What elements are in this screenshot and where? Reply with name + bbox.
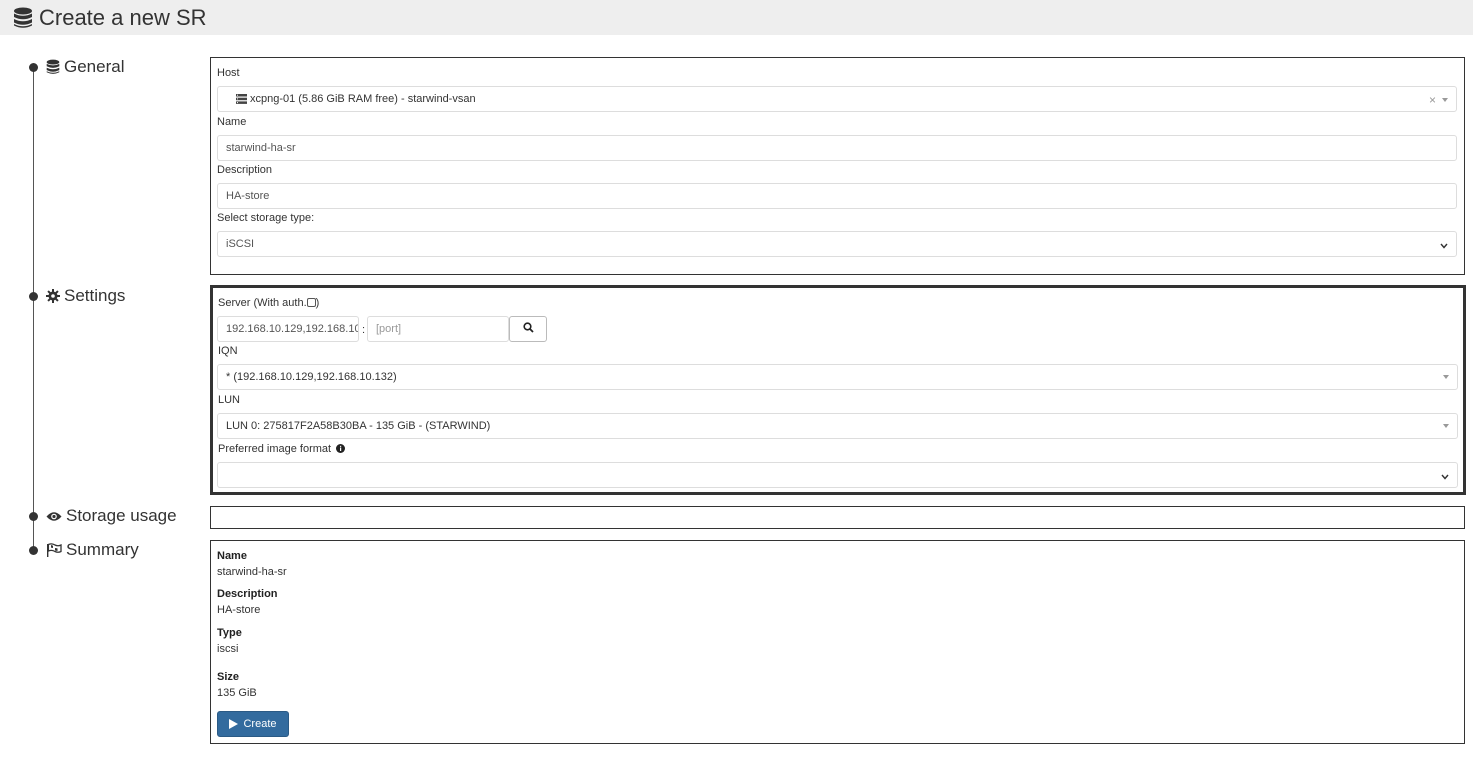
- lun-label: LUN: [218, 394, 241, 406]
- summary-size-label: Size: [217, 671, 240, 683]
- page-title: Create a new SR: [39, 4, 207, 30]
- checkbox-icon[interactable]: [306, 298, 316, 307]
- create-button[interactable]: Create: [217, 711, 289, 737]
- create-button-label: Create: [243, 718, 277, 730]
- name-label: Name: [217, 116, 247, 128]
- colon-separator: :: [362, 324, 366, 336]
- description-input[interactable]: HA-store: [217, 183, 1457, 209]
- host-select[interactable]: xcpng-01 (5.86 GiB RAM free) - starwind-…: [217, 86, 1457, 112]
- page-header: Create a new SR: [0, 0, 1473, 35]
- iqn-label: IQN: [218, 345, 238, 357]
- step-summary: Summary: [29, 540, 139, 560]
- play-icon: [229, 719, 239, 729]
- chevron-down-icon: [1441, 471, 1449, 483]
- settings-panel: Server (With auth.) 192.168.10.129,192.1…: [210, 285, 1466, 495]
- clear-icon[interactable]: ×: [1429, 93, 1436, 107]
- iqn-value: * (192.168.10.129,192.168.10.132): [226, 371, 397, 383]
- port-input[interactable]: [port]: [367, 316, 509, 342]
- storage-type-label: Select storage type:: [217, 212, 315, 224]
- summary-type-label: Type: [217, 627, 242, 639]
- summary-panel: Name starwind-ha-sr Description HA-store…: [210, 540, 1465, 744]
- server-label: Server (With auth.): [218, 297, 319, 309]
- format-label-text: Preferred image format: [218, 443, 332, 455]
- name-input-value: starwind-ha-sr: [226, 142, 296, 154]
- server-label-close: ): [315, 297, 320, 309]
- description-label: Description: [217, 164, 273, 176]
- caret-down-icon: [1443, 424, 1449, 428]
- description-input-value: HA-store: [226, 190, 270, 202]
- format-label: Preferred image format: [218, 443, 346, 455]
- flag-icon: [46, 543, 62, 557]
- server-icon: [236, 94, 247, 104]
- step-dot: [29, 291, 38, 301]
- summary-type-value: iscsi: [217, 643, 239, 655]
- step-general: General: [29, 57, 124, 77]
- summary-name-value: starwind-ha-sr: [217, 566, 287, 578]
- step-dot: [29, 545, 38, 555]
- info-icon[interactable]: [336, 444, 346, 453]
- format-select[interactable]: [217, 462, 1458, 488]
- host-label: Host: [217, 67, 240, 79]
- general-panel: Host xcpng-01 (5.86 GiB RAM free) - star…: [210, 57, 1465, 275]
- port-placeholder: [port]: [376, 323, 402, 335]
- server-input[interactable]: 192.168.10.129,192.168.10: [217, 316, 359, 342]
- caret-down-icon[interactable]: [1442, 98, 1448, 102]
- storage-type-select[interactable]: iSCSI: [217, 231, 1457, 257]
- eye-icon: [46, 511, 62, 522]
- step-settings-label: Settings: [64, 286, 126, 305]
- server-label-text: Server (With auth.: [218, 297, 307, 309]
- step-storage-usage: Storage usage: [29, 506, 177, 526]
- step-storage-usage-label: Storage usage: [66, 506, 177, 525]
- summary-size-value: 135 GiB: [217, 687, 257, 699]
- step-summary-label: Summary: [66, 540, 139, 559]
- database-icon: [46, 59, 60, 75]
- timeline-line: [33, 66, 34, 552]
- storage-type-value: iSCSI: [226, 238, 255, 250]
- gear-icon: [46, 289, 60, 303]
- step-dot: [29, 511, 38, 521]
- search-icon: [522, 322, 534, 336]
- step-settings: Settings: [29, 286, 125, 306]
- search-button[interactable]: [509, 316, 547, 342]
- lun-value: LUN 0: 275817F2A58B30BA - 135 GiB - (STA…: [226, 420, 491, 432]
- storage-usage-panel: [210, 506, 1465, 529]
- host-value: xcpng-01 (5.86 GiB RAM free) - starwind-…: [250, 93, 476, 105]
- step-dot: [29, 62, 38, 72]
- server-input-value: 192.168.10.129,192.168.10: [226, 323, 358, 335]
- step-general-label: General: [64, 57, 125, 76]
- summary-name-label: Name: [217, 550, 247, 562]
- summary-description-value: HA-store: [217, 604, 261, 616]
- summary-description-label: Description: [217, 588, 278, 600]
- chevron-down-icon: [1440, 240, 1448, 252]
- iqn-select[interactable]: * (192.168.10.129,192.168.10.132): [217, 364, 1458, 390]
- name-input[interactable]: starwind-ha-sr: [217, 135, 1457, 161]
- caret-down-icon: [1443, 375, 1449, 379]
- database-icon: [13, 7, 33, 29]
- lun-select[interactable]: LUN 0: 275817F2A58B30BA - 135 GiB - (STA…: [217, 413, 1458, 439]
